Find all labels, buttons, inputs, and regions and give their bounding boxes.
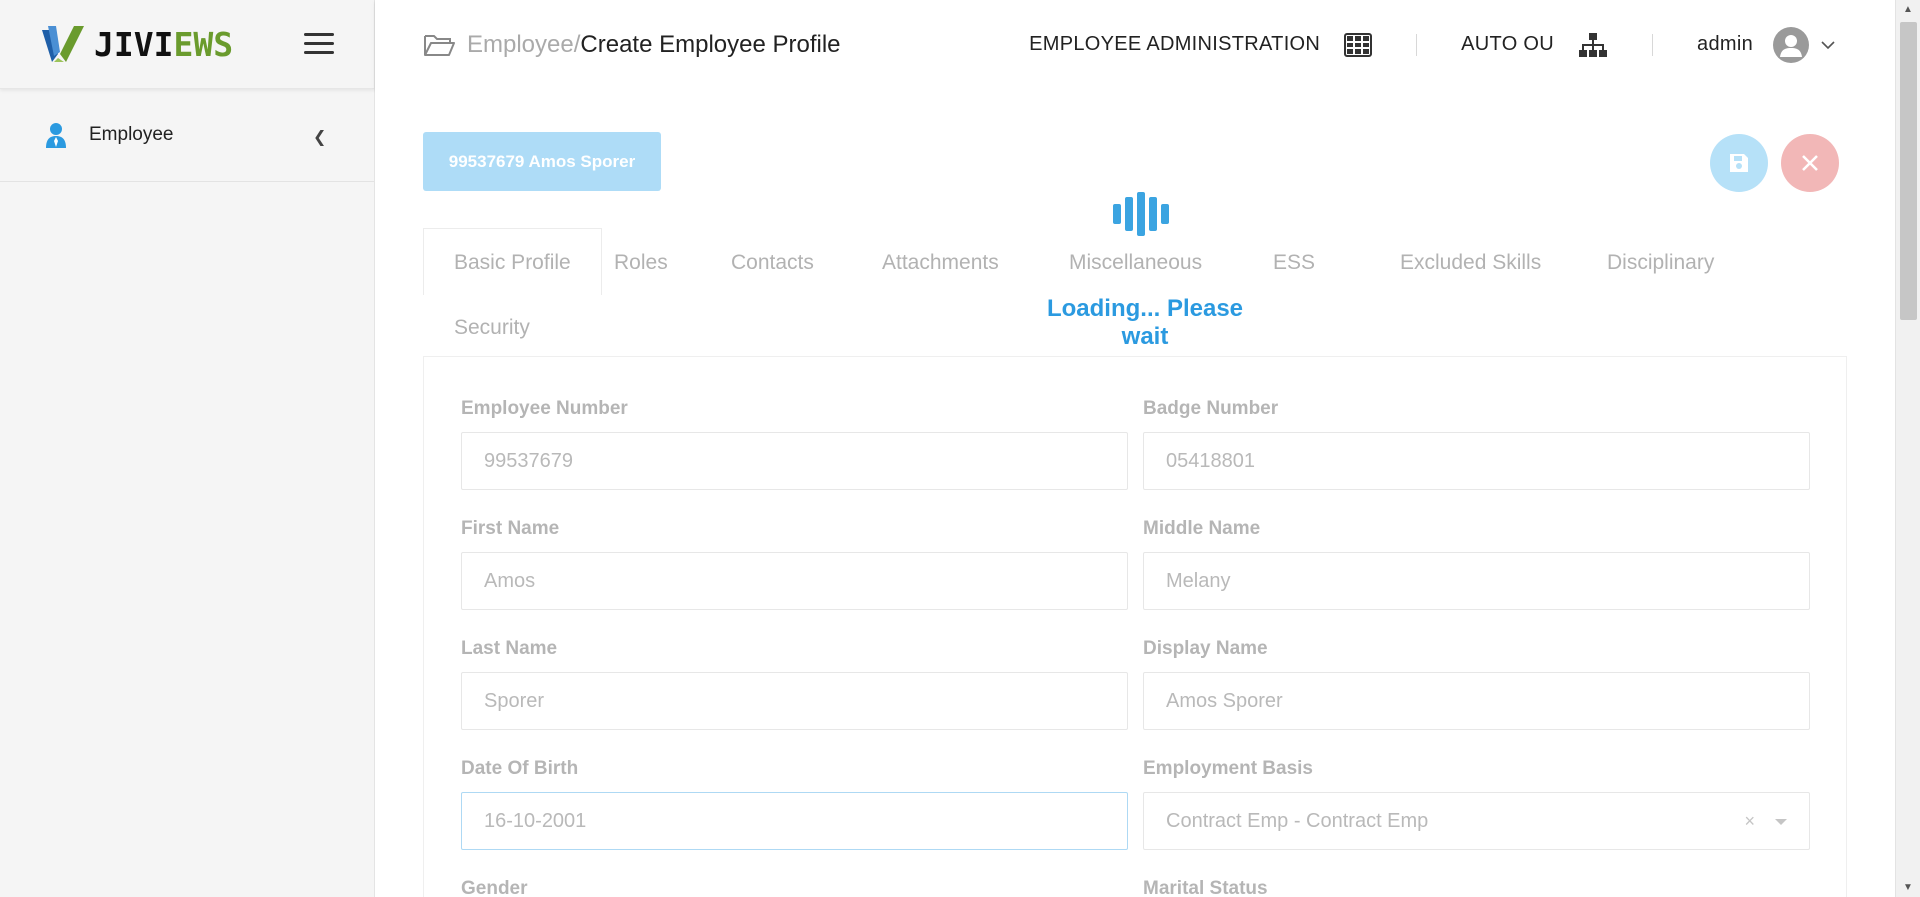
scrollbar-thumb[interactable] [1900,22,1917,320]
breadcrumb: Employee/ Create Employee Profile [423,31,841,59]
first-name-label: First Name [461,518,560,539]
last-name-label: Last Name [461,638,558,659]
employee-badge-button[interactable]: 99537679 Amos Sporer [423,132,661,191]
logo[interactable]: JIVIEWS [40,24,233,64]
sidebar-item-label: Employee [89,124,174,145]
tab-basic-profile[interactable]: Basic Profile [423,228,602,295]
last-name-field[interactable]: Sporer [461,672,1128,730]
page-scrollbar[interactable]: ▲ ▼ [1895,0,1920,897]
scroll-up-icon[interactable]: ▲ [1903,4,1913,15]
tab-attachments[interactable]: Attachments [882,251,999,275]
clear-selection-icon[interactable]: × [1744,811,1755,832]
logo-text: JIVIEWS [94,24,234,64]
sidebar-header: JIVIEWS [0,0,374,89]
display-name-label: Display Name [1143,638,1268,659]
tab-roles[interactable]: Roles [614,251,668,275]
module-selector[interactable]: EMPLOYEE ADMINISTRATION [1029,32,1373,57]
module-label: EMPLOYEE ADMINISTRATION [1029,33,1321,55]
gender-label: Gender [461,878,528,897]
close-button[interactable] [1781,134,1839,192]
employment-basis-label: Employment Basis [1143,758,1313,779]
user-menu[interactable]: admin [1697,26,1895,63]
tab-contacts[interactable]: Contacts [731,251,814,275]
date-of-birth-field[interactable]: 16-10-2001 [461,792,1128,850]
sidebar: JIVIEWS Employee ❮ [0,0,375,897]
user-icon [46,123,66,148]
tab-disciplinary[interactable]: Disciplinary [1607,251,1714,275]
employee-number-field[interactable]: 99537679 [461,432,1128,490]
employment-basis-value: Contract Emp - Contract Emp [1166,809,1429,832]
date-of-birth-label: Date Of Birth [461,758,579,779]
save-button[interactable] [1710,134,1768,192]
tab-excluded-skills[interactable]: Excluded Skills [1400,251,1541,275]
user-avatar-icon [1773,26,1809,63]
top-header: Employee/ Create Employee Profile EMPLOY… [375,0,1895,89]
hamburger-icon[interactable] [304,33,334,55]
org-unit-selector[interactable]: AUTO OU [1461,32,1608,58]
middle-name-label: Middle Name [1143,518,1261,539]
badge-number-field[interactable]: 05418801 [1143,432,1810,490]
tab-miscellaneous[interactable]: Miscellaneous [1069,251,1202,275]
scroll-down-icon[interactable]: ▼ [1903,882,1913,893]
basic-profile-form: Employee Number 99537679 Badge Number 05… [423,356,1847,897]
close-icon [1802,155,1818,171]
badge-number-label: Badge Number [1143,398,1279,419]
loading-message: Loading... Please wait [1046,295,1244,350]
main-content: 99537679 Amos Sporer Basic Profile Roles… [375,89,1895,897]
employment-basis-select[interactable]: Contract Emp - Contract Emp × [1143,792,1810,850]
user-name: admin [1697,33,1753,55]
breadcrumb-parent[interactable]: Employee/ [467,31,580,59]
first-name-field[interactable]: Amos [461,552,1128,610]
chevron-left-icon[interactable]: ❮ [313,127,326,147]
breadcrumb-current: Create Employee Profile [580,30,841,58]
save-icon [1730,154,1748,172]
folder-open-icon [424,34,455,56]
logo-icon [42,26,84,62]
middle-name-field[interactable]: Melany [1143,552,1810,610]
org-chart-icon [1579,32,1608,57]
sidebar-item-employee[interactable]: Employee ❮ [0,89,374,182]
dropdown-arrow-icon[interactable] [1775,819,1787,825]
tab-security[interactable]: Security [454,316,530,340]
display-name-field[interactable]: Amos Sporer [1143,672,1810,730]
grid-icon [1344,32,1373,57]
employee-number-label: Employee Number [461,398,628,419]
chevron-down-icon [1821,40,1835,49]
marital-status-label: Marital Status [1143,878,1268,897]
loader-icon [1113,191,1175,237]
tab-ess[interactable]: ESS [1273,251,1315,275]
org-unit-label: AUTO OU [1461,33,1555,55]
